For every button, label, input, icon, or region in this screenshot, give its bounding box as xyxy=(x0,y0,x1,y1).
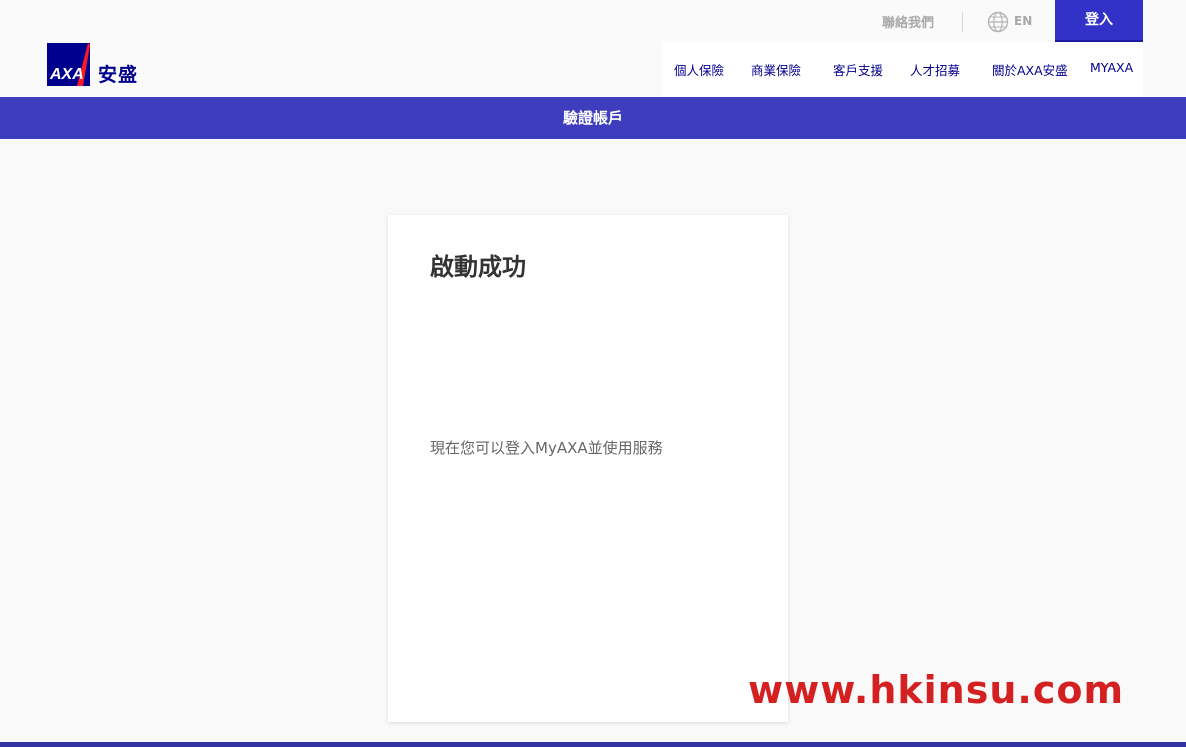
axa-logo[interactable]: AXA xyxy=(47,43,90,86)
nav-item-about-axa[interactable]: 關於AXA安盛 xyxy=(992,60,1068,79)
page-title-band: 驗證帳戶 xyxy=(0,97,1186,139)
main-nav: 個人保險 商業保險 客戶支援 人才招募 關於AXA安盛 MYAXA xyxy=(662,42,1143,96)
activation-card: 啟動成功 現在您可以登入MyAXA並使用服務 xyxy=(388,215,788,722)
site-header: AXA 安盛 聯絡我們 EN 登入 個人保險 商業保險 客戶支援 人才招募 關於… xyxy=(0,0,1186,97)
card-title: 啟動成功 xyxy=(430,253,526,281)
globe-icon[interactable] xyxy=(987,11,1009,33)
nav-item-careers[interactable]: 人才招募 xyxy=(910,60,960,79)
card-message: 現在您可以登入MyAXA並使用服務 xyxy=(430,439,663,457)
login-button[interactable]: 登入 xyxy=(1055,0,1143,42)
footer-edge xyxy=(0,742,1186,747)
contact-us-link[interactable]: 聯絡我們 xyxy=(882,12,934,31)
brand-name[interactable]: 安盛 xyxy=(98,60,138,87)
nav-item-customer-support[interactable]: 客戶支援 xyxy=(833,60,883,79)
nav-item-personal-insurance[interactable]: 個人保險 xyxy=(674,60,724,79)
nav-item-myaxa[interactable]: MYAXA xyxy=(1090,60,1133,75)
nav-item-business-insurance[interactable]: 商業保險 xyxy=(751,60,801,79)
watermark-text: www.hkinsu.com xyxy=(748,668,1125,712)
svg-text:AXA: AXA xyxy=(49,66,84,83)
utility-divider xyxy=(962,12,963,32)
language-switch[interactable]: EN xyxy=(1014,14,1032,28)
